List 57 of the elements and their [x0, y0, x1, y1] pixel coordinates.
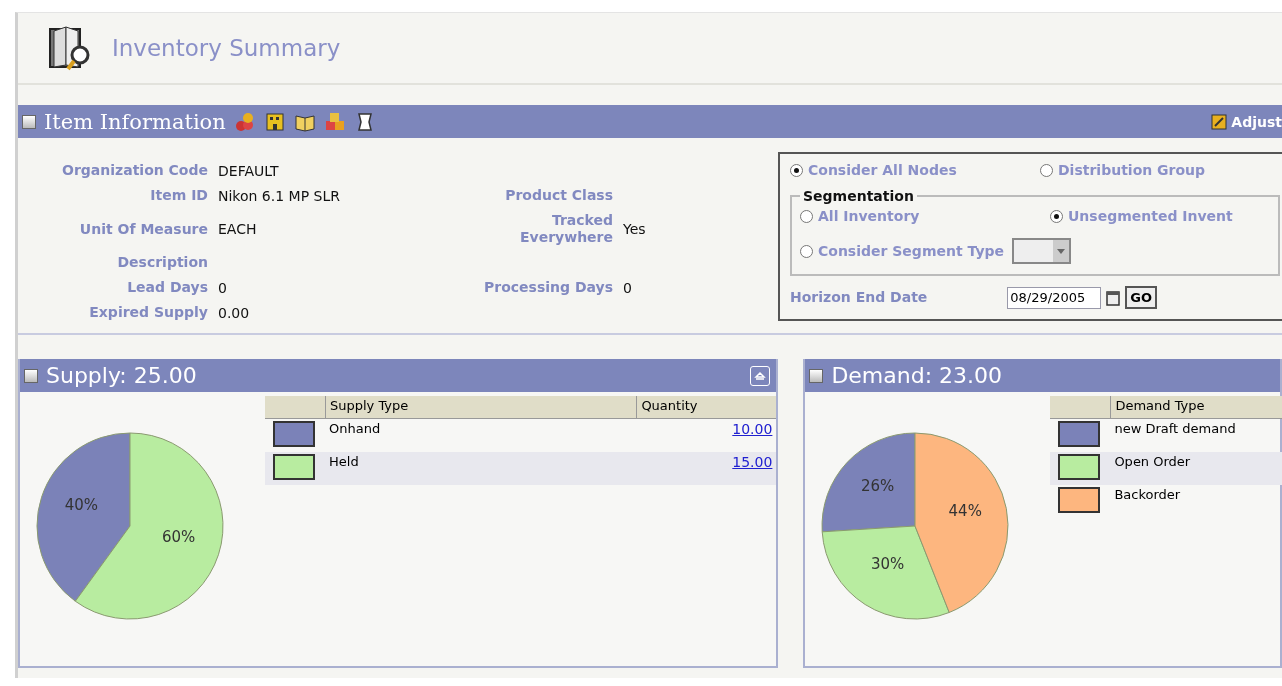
field-value: Nikon 6.1 MP SLR — [218, 187, 341, 204]
table-cell-text: new Draft demand — [1113, 420, 1237, 438]
table-cell-text: Open Order — [1113, 453, 1192, 471]
group-title: Segmentation — [802, 188, 915, 204]
slice-label: 44% — [948, 502, 983, 521]
slice-label: 26% — [861, 477, 895, 495]
slice-label: 30% — [871, 555, 905, 574]
date-field[interactable]: 08/29/2005 — [1007, 286, 1102, 309]
radio-option[interactable]: Unsegmented Invent — [1050, 208, 1270, 224]
field-label: Processing Days — [483, 279, 613, 296]
segment-type-dropdown[interactable] — [1012, 238, 1072, 264]
field-label: Organization Code — [61, 162, 208, 179]
panel-title: Demand: 23.00 — [831, 363, 1003, 388]
adjust-link[interactable]: Adjust — [1211, 113, 1282, 130]
section-title: Item Information — [44, 109, 226, 134]
column-header: Quantity — [636, 396, 777, 418]
field-label: Product Class — [504, 187, 613, 204]
field-value: DEFAULT — [218, 162, 280, 179]
slice-label: 40% — [64, 496, 99, 515]
column-header: Supply Type — [325, 396, 637, 418]
eject-icon — [754, 369, 767, 382]
pencil-icon — [1211, 113, 1228, 130]
field-label: Lead Days — [126, 279, 208, 296]
collapse-button[interactable] — [750, 365, 771, 386]
column-header: Demand Type — [1110, 396, 1282, 418]
field-value: 0 — [218, 279, 228, 296]
go-button[interactable]: GO — [1125, 286, 1158, 309]
field-label: Expired Supply — [88, 304, 208, 321]
section-toggle-icon[interactable] — [809, 368, 824, 383]
radio-option[interactable]: Consider All Nodes — [790, 162, 1040, 178]
panel-title: Supply: 25.00 — [46, 363, 197, 388]
table-cell-text: Backorder — [1113, 486, 1182, 504]
calendar-icon[interactable] — [1106, 289, 1121, 306]
page-title: Inventory Summary — [112, 35, 341, 61]
radio-option[interactable]: Consider Segment Type — [800, 243, 1005, 259]
table-cell-text: Onhand — [328, 420, 382, 438]
field-label: Horizon End Date — [790, 289, 928, 306]
field-value: EACH — [218, 221, 258, 237]
field-label: Item ID — [149, 187, 208, 204]
radio-option[interactable]: All Inventory — [800, 208, 1050, 224]
table-cell-text: Held — [328, 453, 360, 471]
quantity-link[interactable]: 10.00 — [732, 421, 773, 437]
field-value: Yes — [623, 221, 647, 237]
field-label: Tracked Everywhere — [519, 212, 613, 246]
field-label: Unit Of Measure — [78, 220, 208, 238]
section-toggle-icon[interactable] — [24, 368, 38, 383]
radio-option[interactable]: Distribution Group — [1040, 162, 1280, 178]
slice-label: 60% — [161, 527, 196, 546]
field-value: 0.00 — [218, 304, 251, 321]
section-toggle-icon[interactable] — [22, 114, 36, 129]
field-label: Description — [116, 254, 208, 271]
quantity-link[interactable]: 15.00 — [732, 454, 773, 470]
cluster-icon[interactable] — [233, 110, 256, 133]
book-search-icon — [48, 25, 92, 71]
field-value: 0 — [623, 279, 633, 296]
caret-icon — [1057, 248, 1066, 254]
building-icon[interactable] — [263, 110, 286, 133]
